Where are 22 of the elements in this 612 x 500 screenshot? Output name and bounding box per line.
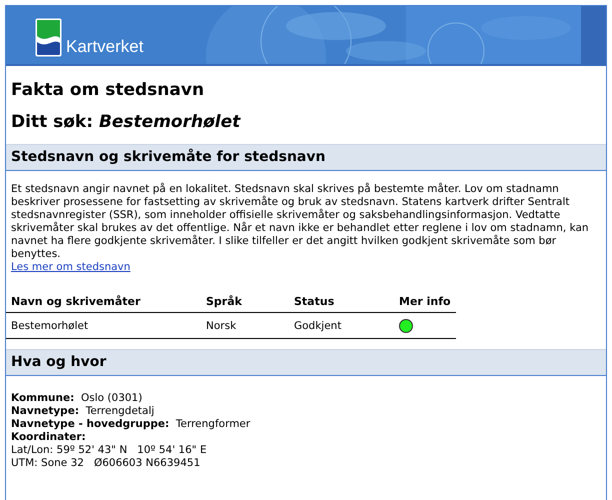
column-header: Mer info bbox=[394, 292, 456, 312]
fact-line: Kommune: Oslo (0301) bbox=[11, 392, 144, 405]
coordinate-line: Lat/Lon: 59º 52' 43" N 10º 54' 16" E bbox=[11, 444, 208, 457]
status-dot[interactable] bbox=[399, 319, 413, 333]
column-header: Status bbox=[289, 292, 394, 312]
fact-line: Navnetype: Terrengdetalj bbox=[11, 405, 156, 418]
column-header: Navn og skrivemåter bbox=[6, 292, 201, 312]
fact-line: Koordinater: bbox=[11, 431, 87, 444]
read-more-link[interactable]: Les mer om stedsnavn bbox=[11, 261, 130, 273]
table-cell: Godkjent bbox=[294, 320, 342, 332]
table-cell: Bestemorhølet bbox=[11, 320, 88, 332]
search-heading: Ditt søk: Bestemorhølet bbox=[11, 112, 242, 132]
logo-text: Kartverket bbox=[66, 37, 144, 57]
section-header: Hva og hvor bbox=[6, 349, 606, 376]
logo-icon bbox=[35, 18, 62, 57]
section-header: Stedsnavn og skrivemåte for stedsnavn bbox=[6, 144, 606, 171]
description-paragraph: Et stedsnavn angir navnet på en lokalitet. Stedsnavn skal skrives på bestemte måter. Lov om stadnamn beskriver prosessene for fastsetting av skrivemåte og bruk av stedsnavn. Statens kartverk drifter Sentralt stedsnavnregister (SSR), som inneholder offisielle skrivemåter og saksbehandlingsinformasjon. Vedtatte skrivemåter skal brukes av det offentlige. Når et navn ikke er behandlet etter reglene i lov om stadnamn, kan navnet ha flere godkjente skrivemåter. I slike tilfeller er det angitt hvilken godkjent skrivemåte som bør benyttes. bbox=[11, 183, 590, 261]
table-cell: Norsk bbox=[206, 320, 236, 332]
page-title: Fakta om stedsnavn bbox=[11, 80, 206, 100]
column-header: Språk bbox=[201, 292, 289, 312]
coordinate-line: UTM: Sone 32 Ø606603 N6639451 bbox=[11, 457, 202, 470]
fact-line: Navnetype - hovedgruppe: Terrengformer bbox=[11, 418, 252, 431]
